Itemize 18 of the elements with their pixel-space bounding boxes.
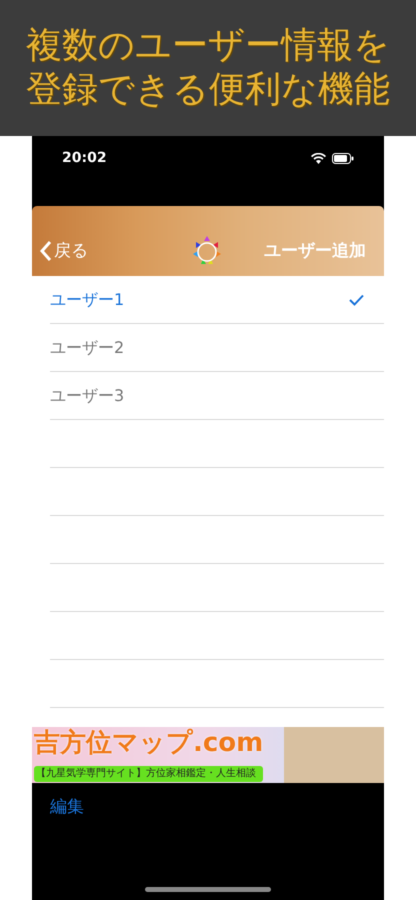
battery-icon <box>332 152 354 164</box>
user-row[interactable]: ユーザー1 <box>50 276 384 324</box>
back-button[interactable]: 戻る <box>40 238 88 264</box>
headline-text: 複数のユーザー情報を <box>26 24 390 68</box>
user-name: ユーザー2 <box>50 336 124 358</box>
banner-title: 吉方位マップ.com <box>34 728 264 758</box>
checkmark-icon <box>349 294 364 306</box>
chevron-left-icon <box>40 240 52 262</box>
banner-subtitle: 【九星気学専門サイト】方位家相鑑定・人生相談 <box>34 766 264 782</box>
user-name: ユーザー3 <box>50 384 124 406</box>
edit-button[interactable]: 編集 <box>50 795 84 820</box>
ad-banner[interactable]: 吉方位マップ.com 【九星気学専門サイト】方位家相鑑定・人生相談 <box>32 727 384 783</box>
wifi-icon <box>311 152 326 164</box>
user-row[interactable]: ユーザー2 <box>50 324 384 372</box>
status-time: 20:02 <box>62 148 107 168</box>
user-name: ユーザー1 <box>50 288 124 310</box>
user-row[interactable]: ユーザー3 <box>50 372 384 420</box>
headline-text: 登録できる便利な機能 <box>26 68 390 112</box>
